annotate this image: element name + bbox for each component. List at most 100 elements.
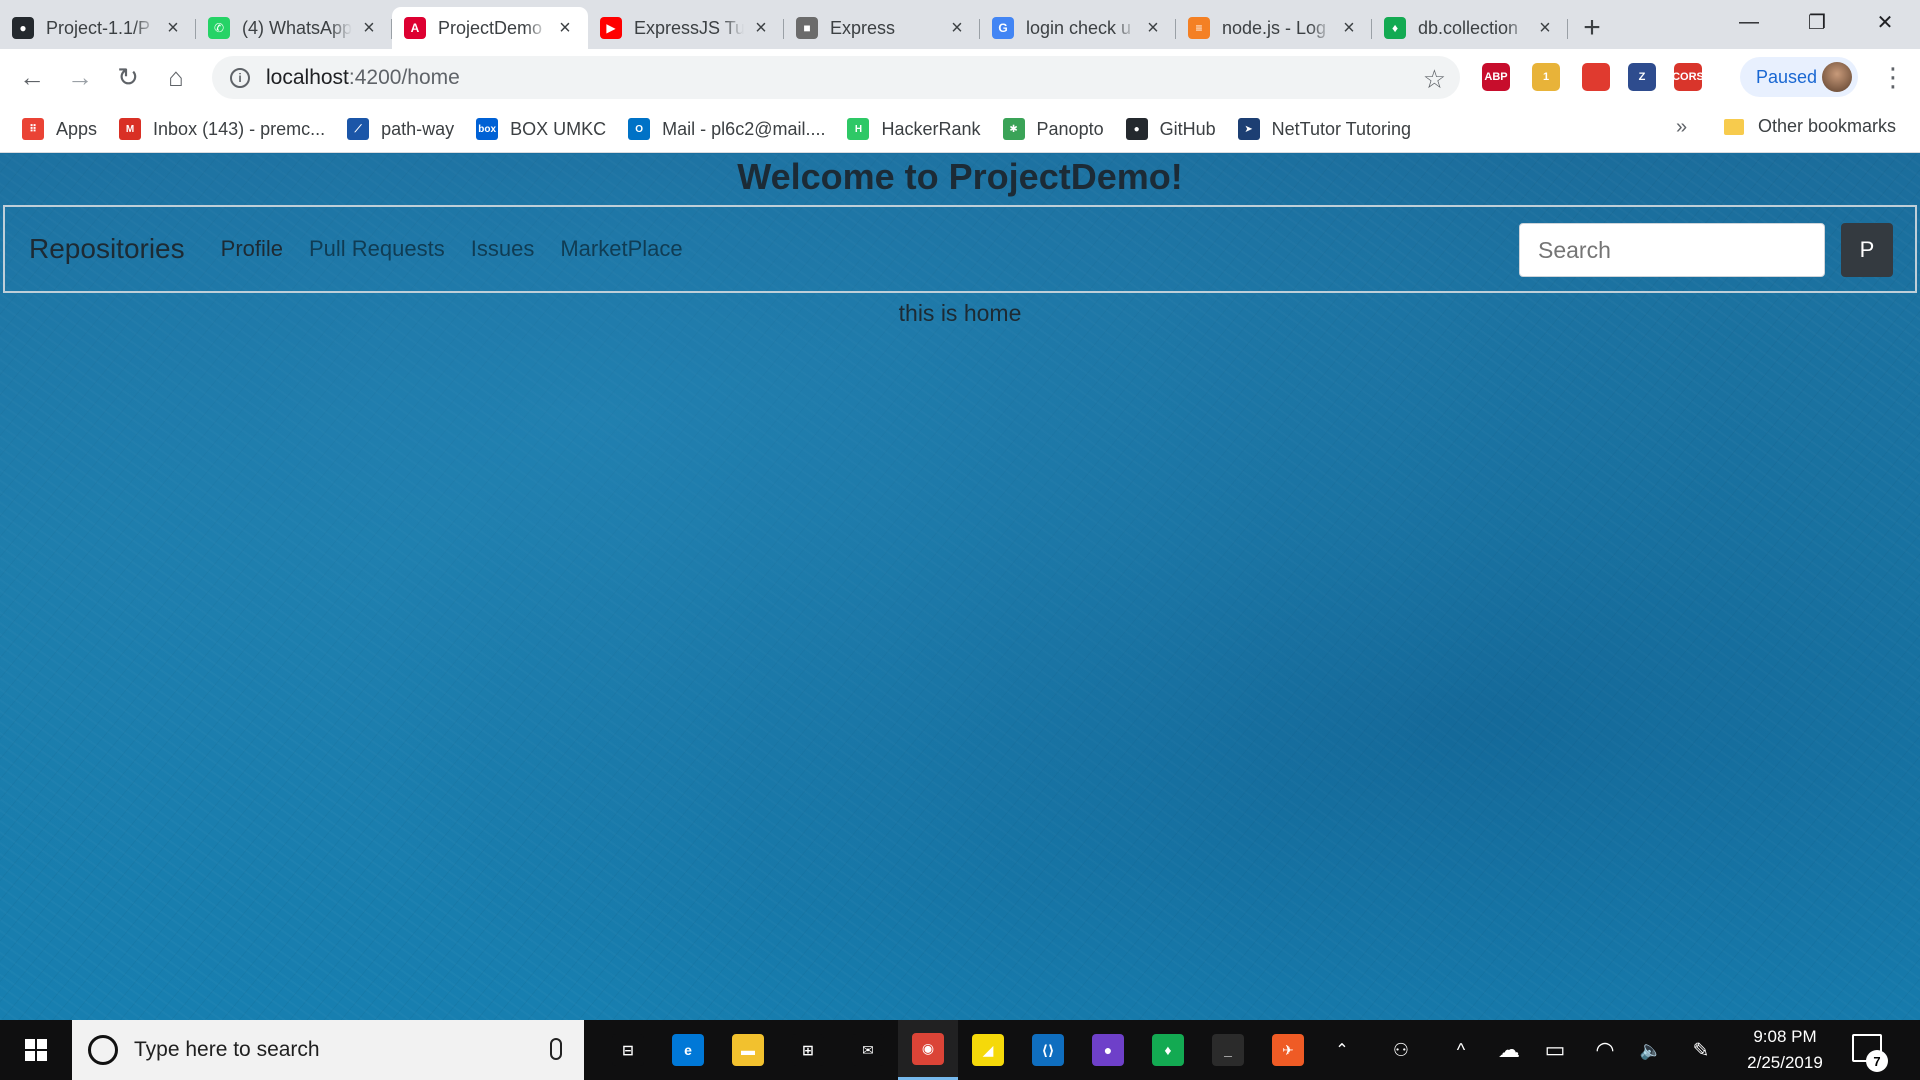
adblock-plus-icon[interactable]: ABP (1482, 63, 1510, 91)
browser-tab[interactable]: ■ Express × (784, 7, 980, 49)
taskbar-app[interactable]: ✈ (1258, 1020, 1318, 1080)
cors-icon[interactable]: CORS (1672, 63, 1704, 91)
taskbar-app[interactable]: ⊟ (598, 1020, 658, 1080)
taskbar-app[interactable]: ▬ (718, 1020, 778, 1080)
zotero-icon[interactable]: Z (1628, 63, 1656, 91)
url-path: :4200/home (348, 65, 460, 89)
browser-tab[interactable]: A ProjectDemo × (392, 7, 588, 49)
taskbar-app[interactable]: ⟨⟩ (1018, 1020, 1078, 1080)
search-button[interactable]: P (1841, 223, 1893, 277)
forward-arrow-icon: → (67, 62, 93, 92)
browser-tab[interactable]: ▶ ExpressJS Tu × (588, 7, 784, 49)
microphone-icon[interactable] (550, 1038, 562, 1060)
close-tab-icon[interactable]: × (556, 18, 574, 38)
search-input[interactable] (1519, 223, 1825, 277)
address-bar[interactable]: i localhost:4200/home ☆ (212, 56, 1460, 99)
bookmark-item[interactable]: ➤ NetTutor Tutoring (1237, 118, 1411, 140)
taskbar-app[interactable]: ♦ (1138, 1020, 1198, 1080)
close-tab-icon[interactable]: × (1340, 18, 1358, 38)
bookmark-star-icon[interactable]: ☆ (1423, 64, 1446, 95)
mongodb-icon: ♦ (1384, 17, 1406, 39)
close-tab-icon[interactable]: × (752, 18, 770, 38)
hackerrank-icon: H (847, 118, 870, 140)
wifi-icon[interactable]: ◠ (1590, 1020, 1620, 1080)
tab-title: (4) WhatsApp (242, 17, 352, 38)
tab-title: db.collection (1418, 17, 1519, 38)
browser-toolbar: ← → ↻ ⌂ i localhost:4200/home ☆ ABP 1 Z COR… (0, 49, 1920, 106)
bookmark-item[interactable]: M Inbox (143) - premc... (119, 118, 325, 140)
start-button[interactable] (0, 1020, 72, 1080)
nav-link-issues[interactable]: Issues (471, 236, 535, 262)
chrome-icon: ◉ (912, 1032, 944, 1065)
bookmark-item[interactable]: O Mail - pl6c2@mail.... (628, 118, 825, 140)
browser-tab-strip: ● Project-1.1/P × ✆ (4) WhatsApp × A ProjectDem… (0, 0, 1920, 49)
express-robot-icon: ■ (796, 17, 818, 39)
tray-overflow-chevron-icon[interactable]: ⌃ (1330, 1020, 1354, 1080)
browser-tab[interactable]: ♦ db.collection × (1372, 7, 1568, 49)
github-icon: ● (12, 17, 34, 39)
nav-link-pull-requests[interactable]: Pull Requests (309, 236, 445, 262)
clock-date: 2/25/2019 (1747, 1053, 1823, 1072)
tab-title: node.js - Log (1222, 17, 1327, 38)
pen-workspace-icon[interactable]: ✎ (1686, 1020, 1716, 1080)
browser-tab[interactable]: ≡ node.js - Log × (1176, 7, 1372, 49)
browser-tab[interactable]: Glogin check u × (980, 7, 1176, 49)
more-vert-icon: ⋮ (1880, 62, 1906, 92)
nav-link-marketplace[interactable]: MarketPlace (560, 236, 682, 262)
bookmark-item[interactable]: box BOX UMKC (476, 118, 606, 140)
close-tab-icon[interactable]: × (164, 18, 182, 38)
path-way-icon: ⟋ (347, 118, 370, 140)
tab-title: Express (830, 17, 896, 38)
close-window-button[interactable]: ✕ (1852, 0, 1918, 44)
reload-button[interactable]: ↻ (104, 54, 152, 102)
onedrive-cloud-icon[interactable]: ☁ (1494, 1020, 1524, 1080)
restore-button[interactable]: ❐ (1784, 0, 1850, 44)
battery-icon[interactable]: ▭ (1540, 1020, 1570, 1080)
browser-menu-button[interactable]: ⋮ (1880, 59, 1906, 95)
taskbar-app[interactable]: ⊞ (778, 1020, 838, 1080)
browser-tab[interactable]: ✆ (4) WhatsApp × (196, 7, 392, 49)
new-tab-button[interactable]: + (1568, 7, 1616, 49)
close-tab-icon[interactable]: × (1536, 18, 1554, 38)
youtube-icon: ▶ (600, 17, 622, 39)
show-hidden-icons-icon[interactable]: ^ (1446, 1020, 1476, 1080)
volume-muted-icon[interactable]: 🔈 (1636, 1020, 1666, 1080)
file-explorer-icon: ▬ (732, 1034, 764, 1066)
taskbar-app[interactable]: ◢ (958, 1020, 1018, 1080)
browser-tab[interactable]: ● Project-1.1/P × (0, 7, 196, 49)
back-button[interactable]: ← (8, 54, 56, 102)
taskbar-app[interactable]: ✉ (838, 1020, 898, 1080)
nav-link-profile[interactable]: Profile (221, 236, 283, 262)
profile-button[interactable]: Paused (1740, 57, 1858, 97)
other-bookmarks[interactable]: Other bookmarks (1724, 116, 1896, 137)
taskbar-app[interactable]: _ (1198, 1020, 1258, 1080)
sticky-notes-icon: ◢ (972, 1034, 1004, 1066)
site-info-icon[interactable]: i (230, 67, 250, 88)
notification-count-badge: 7 (1866, 1050, 1888, 1072)
bookmark-item[interactable]: ⠿ Apps (22, 118, 97, 140)
bookmark-item[interactable]: ✱ Panopto (1002, 118, 1104, 140)
red-book-icon[interactable] (1582, 63, 1610, 91)
home-button[interactable]: ⌂ (152, 54, 200, 102)
taskbar-app[interactable]: ◉ (898, 1020, 958, 1080)
bookmark-item[interactable]: ⟋ path-way (347, 118, 454, 140)
bookmark-label: Mail - pl6c2@mail.... (662, 118, 826, 139)
taskbar-search-box[interactable]: Type here to search (72, 1020, 584, 1080)
close-tab-icon[interactable]: × (948, 18, 966, 38)
minimize-button[interactable]: — (1716, 0, 1782, 44)
taskbar-app[interactable]: e (658, 1020, 718, 1080)
terminal-icon: _ (1212, 1034, 1244, 1066)
notes-extension-icon[interactable]: 1 (1532, 63, 1560, 91)
close-tab-icon[interactable]: × (1144, 18, 1162, 38)
edge-icon: e (672, 1034, 704, 1066)
forward-button[interactable]: → (56, 54, 104, 102)
close-tab-icon[interactable]: × (360, 18, 378, 38)
navbar-brand[interactable]: Repositories (29, 233, 185, 265)
bookmark-item[interactable]: ● GitHub (1125, 118, 1216, 140)
bookmarks-overflow-chevron-icon[interactable]: » (1676, 116, 1687, 139)
people-icon[interactable]: ⚇ (1384, 1020, 1418, 1080)
bookmark-item[interactable]: H HackerRank (847, 118, 981, 140)
tab-title: login check u (1026, 17, 1132, 38)
taskbar-app[interactable]: ● (1078, 1020, 1138, 1080)
taskbar-clock[interactable]: 9:08 PM 2/25/2019 (1725, 1024, 1845, 1076)
